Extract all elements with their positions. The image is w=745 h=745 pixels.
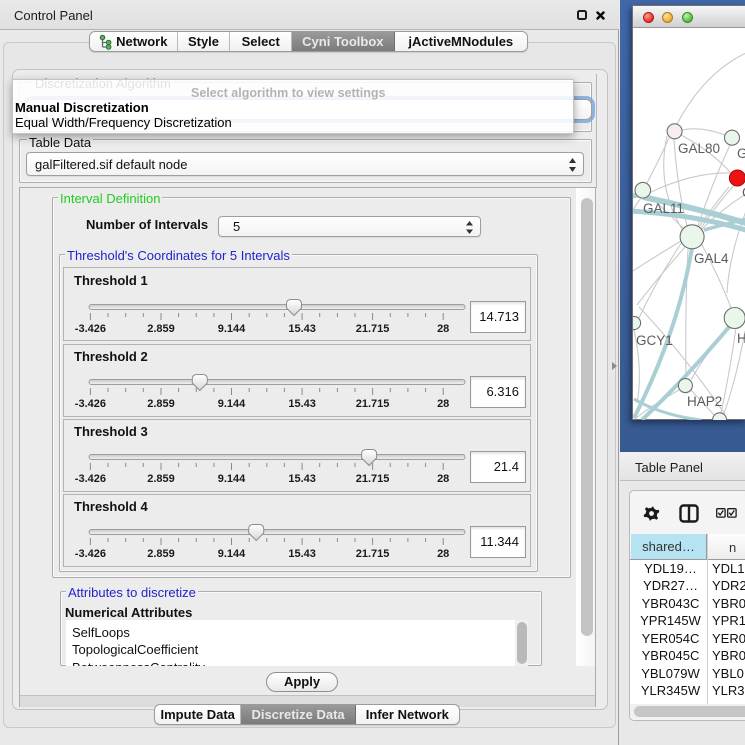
svg-text:G.: G.	[737, 146, 745, 161]
svg-text:28: 28	[437, 398, 449, 410]
svg-text:21.715: 21.715	[356, 323, 390, 335]
svg-text:21.715: 21.715	[356, 548, 390, 560]
svg-text:HAP2: HAP2	[687, 394, 722, 409]
svg-text:-3.426: -3.426	[75, 548, 106, 560]
svg-text:28: 28	[437, 323, 449, 335]
svg-text:9.144: 9.144	[218, 473, 246, 485]
svg-text:28: 28	[437, 473, 449, 485]
svg-text:9.144: 9.144	[218, 323, 246, 335]
svg-text:15.43: 15.43	[288, 473, 316, 485]
svg-text:GAL4: GAL4	[694, 251, 729, 266]
svg-text:-3.426: -3.426	[75, 398, 106, 410]
svg-text:GAL80: GAL80	[678, 141, 720, 156]
svg-text:9.144: 9.144	[218, 398, 246, 410]
svg-text:-3.426: -3.426	[75, 323, 106, 335]
svg-text:-3.426: -3.426	[75, 473, 106, 485]
svg-text:15.43: 15.43	[288, 398, 316, 410]
svg-text:H: H	[737, 331, 745, 346]
svg-text:15.43: 15.43	[288, 548, 316, 560]
svg-text:2.859: 2.859	[147, 323, 175, 335]
svg-text:2.859: 2.859	[147, 398, 175, 410]
svg-text:15.43: 15.43	[288, 323, 316, 335]
svg-text:2.859: 2.859	[147, 548, 175, 560]
svg-text:GCY1: GCY1	[636, 333, 673, 348]
svg-text:28: 28	[437, 548, 449, 560]
svg-text:2.859: 2.859	[147, 473, 175, 485]
svg-text:21.715: 21.715	[356, 473, 390, 485]
svg-text:9.144: 9.144	[218, 548, 246, 560]
svg-text:21.715: 21.715	[356, 398, 390, 410]
svg-text:GAL11: GAL11	[643, 201, 684, 216]
